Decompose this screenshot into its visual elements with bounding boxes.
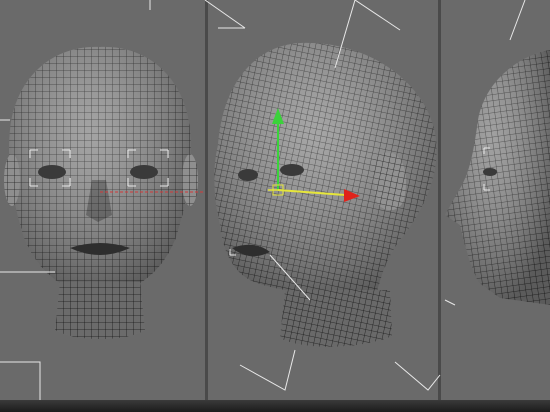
perspective-view-head-mesh[interactable] bbox=[214, 42, 437, 347]
side-view-head-mesh[interactable] bbox=[445, 50, 550, 305]
bottom-toolbar-strip bbox=[0, 400, 550, 412]
front-view-head-mesh[interactable] bbox=[4, 46, 198, 339]
viewport-canvas[interactable] bbox=[0, 0, 550, 400]
modeling-viewport-area[interactable] bbox=[0, 0, 550, 412]
